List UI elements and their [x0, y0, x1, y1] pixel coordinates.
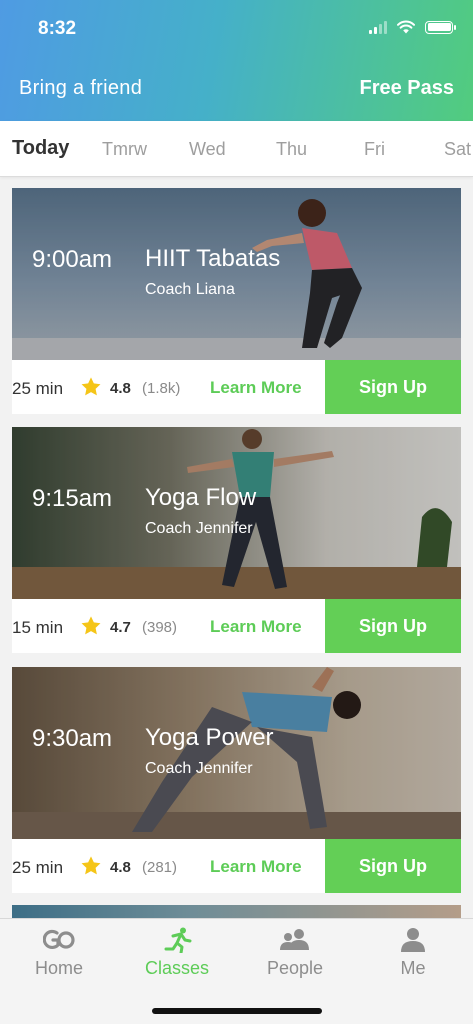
battery-icon	[425, 20, 456, 34]
class-duration: 15 min	[12, 618, 64, 637]
class-footer: 25 min 4.8 (281) Learn More Sign Up	[12, 839, 461, 893]
tab-people[interactable]: People	[236, 919, 354, 989]
class-time: 9:30am	[32, 725, 113, 752]
rating-count: (1.8k)	[142, 380, 181, 397]
class-rating: 4.8	[110, 859, 131, 876]
day-tab-tmrw[interactable]: Tmrw	[102, 139, 147, 160]
class-card: 9:15am Yoga Flow Coach Jennifer 15 min 4…	[12, 427, 461, 653]
day-tab-sat[interactable]: Sat	[444, 139, 471, 160]
sign-up-button[interactable]: Sign Up	[325, 839, 461, 893]
day-tab-wed[interactable]: Wed	[189, 139, 226, 160]
learn-more-link[interactable]: Learn More	[210, 617, 302, 637]
rating-count: (398)	[142, 619, 178, 636]
image-overlay	[12, 188, 461, 360]
go-logo-icon	[43, 929, 75, 950]
star-icon	[81, 616, 101, 635]
tab-label: People	[266, 958, 324, 978]
class-footer: 25 min 4.8 (1.8k) Learn More Sign Up	[12, 360, 461, 414]
class-title: Yoga Flow	[145, 484, 257, 511]
learn-more-link[interactable]: Learn More	[210, 378, 302, 398]
class-rating: 4.7	[110, 619, 131, 636]
class-image[interactable]: 9:00am HIIT Tabatas Coach Liana	[12, 188, 461, 360]
status-time: 8:32	[38, 18, 77, 39]
tab-label: Classes	[144, 958, 210, 978]
tab-label: Home	[34, 958, 83, 978]
day-tab-fri[interactable]: Fri	[364, 139, 385, 160]
class-coach: Coach Liana	[145, 281, 235, 298]
learn-more-link[interactable]: Learn More	[210, 857, 302, 877]
class-coach: Coach Jennifer	[145, 520, 253, 537]
sign-up-button[interactable]: Sign Up	[325, 599, 461, 653]
star-icon	[81, 377, 101, 396]
people-icon	[280, 929, 309, 950]
sign-up-button[interactable]: Sign Up	[325, 360, 461, 414]
class-card: 9:30am Yoga Power Coach Jennifer 25 min …	[12, 667, 461, 893]
free-pass-link[interactable]: Free Pass	[359, 77, 454, 100]
promo-text: Bring a friend	[19, 77, 143, 99]
image-overlay	[12, 427, 461, 599]
class-time: 9:00am	[32, 246, 113, 273]
home-indicator[interactable]	[152, 1008, 322, 1014]
day-tab-thu[interactable]: Thu	[276, 139, 307, 160]
tab-home[interactable]: Home	[0, 919, 118, 989]
tab-me[interactable]: Me	[354, 919, 472, 989]
image-overlay	[12, 667, 461, 839]
class-title: HIIT Tabatas	[145, 245, 281, 272]
class-rating: 4.8	[110, 380, 131, 397]
header: 8:32 Bring a friend Free Pass	[0, 0, 473, 121]
status-icons	[369, 20, 456, 34]
tab-classes[interactable]: Classes	[118, 919, 236, 989]
cellular-signal-icon	[369, 20, 387, 34]
running-person-icon	[164, 927, 192, 953]
day-tab-today[interactable]: Today	[12, 137, 69, 160]
class-image[interactable]: 9:15am Yoga Flow Coach Jennifer	[12, 427, 461, 599]
star-icon	[81, 856, 101, 875]
day-selector: Today Tmrw Wed Thu Fri Sat	[0, 121, 473, 177]
rating-count: (281)	[142, 859, 178, 876]
class-duration: 25 min	[12, 858, 64, 877]
class-footer: 15 min 4.7 (398) Learn More Sign Up	[12, 599, 461, 653]
class-coach: Coach Jennifer	[145, 760, 253, 777]
class-duration: 25 min	[12, 379, 64, 398]
class-card: 9:00am HIIT Tabatas Coach Liana 25 min 4…	[12, 188, 461, 414]
class-title: Yoga Power	[145, 724, 274, 751]
wifi-icon	[397, 20, 415, 34]
class-image[interactable]: 9:30am Yoga Power Coach Jennifer	[12, 667, 461, 839]
class-time: 9:15am	[32, 485, 113, 512]
tab-label: Me	[400, 958, 426, 978]
person-icon	[401, 928, 425, 952]
